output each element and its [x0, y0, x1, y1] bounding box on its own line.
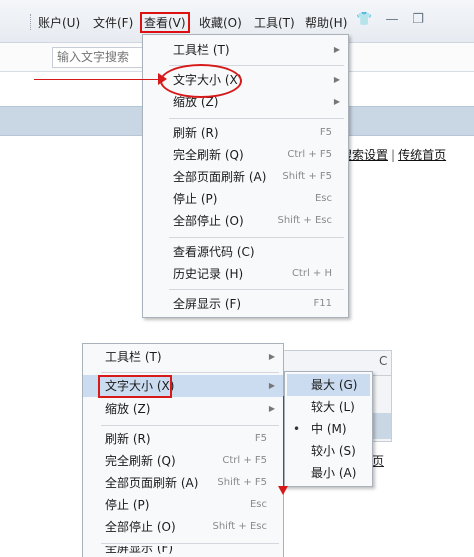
submenu-item-larger[interactable]: 较大 (L)	[285, 396, 372, 418]
menu-account[interactable]: 账户(U)	[38, 14, 80, 31]
submenu-arrow-icon: ▶	[268, 381, 275, 390]
menu-item-view-source[interactable]: 查看源代码 (C)	[143, 241, 348, 263]
shortcut-text: Shift + Esc	[212, 521, 268, 532]
menu-item-zoom[interactable]: 缩放 (Z) ▶	[83, 398, 283, 420]
toolbar-grip	[30, 14, 33, 30]
menu-item-refresh[interactable]: 刷新 (R) F5	[83, 428, 283, 450]
menu-item-label: 停止 (P)	[173, 192, 218, 206]
submenu-item-label: 较大 (L)	[311, 400, 355, 414]
menu-item-label: 完全刷新 (Q)	[173, 148, 244, 162]
menu-item-refresh-all[interactable]: 全部页面刷新 (A) Shift + F5	[83, 472, 283, 494]
menu-tools[interactable]: 工具(T)	[254, 14, 295, 31]
submenu-item-smaller[interactable]: 较小 (S)	[285, 440, 372, 462]
menu-item-fullscreen-partial[interactable]: 全屏显示 (F)	[83, 546, 283, 557]
annotation-arrow-line	[34, 79, 162, 80]
partial-text: C	[379, 354, 388, 368]
classic-home-link[interactable]: 传统首页	[398, 148, 446, 162]
shortcut-text: Shift + Esc	[277, 215, 333, 226]
submenu-arrow-icon: ▶	[268, 352, 275, 361]
menu-item-refresh[interactable]: 刷新 (R) F5	[143, 122, 348, 144]
shortcut-text: F11	[313, 298, 332, 309]
menu-item-stop[interactable]: 停止 (P) Esc	[83, 494, 283, 516]
submenu-arrow-icon: ▶	[333, 45, 340, 54]
top-links: 搜索设置 | 传统首页	[340, 146, 446, 163]
menu-view[interactable]: 查看(V)	[140, 12, 190, 33]
shortcut-text: Ctrl + F5	[222, 455, 267, 466]
menu-divider	[169, 237, 344, 238]
submenu-arrow-icon: ▶	[268, 404, 275, 413]
menu-item-label: 刷新 (R)	[173, 126, 219, 140]
menu-item-label: 查看源代码 (C)	[173, 245, 255, 259]
shortcut-text: Esc	[249, 499, 267, 510]
menu-item-label: 缩放 (Z)	[105, 402, 151, 416]
menu-item-toolbar[interactable]: 工具栏 (T) ▶	[143, 39, 348, 61]
menu-divider	[101, 425, 279, 426]
menu-item-label: 全部页面刷新 (A)	[173, 170, 267, 184]
menu-divider	[101, 372, 279, 373]
submenu-item-largest[interactable]: 最大 (G)	[287, 374, 370, 396]
submenu-item-label: 较小 (S)	[311, 444, 356, 458]
menu-item-toolbar[interactable]: 工具栏 (T) ▶	[83, 346, 283, 368]
selected-bullet-icon: •	[293, 422, 301, 436]
menu-item-label: 全屏显示 (F)	[105, 546, 174, 555]
menu-item-full-refresh[interactable]: 完全刷新 (Q) Ctrl + F5	[143, 144, 348, 166]
submenu-item-label: 最大 (G)	[311, 378, 358, 392]
text-size-submenu: 最大 (G) 较大 (L) • 中 (M) 较小 (S) 最小 (A)	[284, 371, 373, 487]
menu-item-stop-all[interactable]: 全部停止 (O) Shift + Esc	[143, 210, 348, 232]
menu-item-label: 全部页面刷新 (A)	[105, 476, 199, 490]
menu-item-label: 完全刷新 (Q)	[105, 454, 176, 468]
menu-item-full-refresh[interactable]: 完全刷新 (Q) Ctrl + F5	[83, 450, 283, 472]
shortcut-text: Shift + F5	[217, 477, 267, 488]
submenu-item-label: 最小 (A)	[311, 466, 357, 480]
menu-item-label: 工具栏 (T)	[173, 43, 230, 57]
menu-item-stop-all[interactable]: 全部停止 (O) Shift + Esc	[83, 516, 283, 538]
minimize-icon[interactable]: —	[384, 12, 400, 28]
link-separator: |	[391, 148, 396, 162]
menu-item-label: 停止 (P)	[105, 498, 150, 512]
menu-item-label: 全部停止 (O)	[105, 520, 176, 534]
shortcut-text: Esc	[314, 193, 332, 204]
submenu-item-medium[interactable]: • 中 (M)	[285, 418, 372, 440]
menu-item-fullscreen[interactable]: 全屏显示 (F) F11	[143, 293, 348, 315]
annotation-down-arrow-icon	[278, 486, 288, 495]
submenu-arrow-icon: ▶	[333, 75, 340, 84]
shortcut-text: F5	[254, 433, 267, 444]
menu-divider	[169, 289, 344, 290]
menu-item-stop[interactable]: 停止 (P) Esc	[143, 188, 348, 210]
menu-item-history[interactable]: 历史记录 (H) Ctrl + H	[143, 263, 348, 285]
restore-icon[interactable]: ❐	[410, 12, 426, 28]
menu-file[interactable]: 文件(F)	[93, 14, 133, 31]
menu-item-zoom[interactable]: 缩放 (Z) ▶	[143, 91, 348, 113]
partial-link: 页	[372, 454, 385, 468]
menu-divider	[169, 118, 344, 119]
shortcut-text: Ctrl + F5	[287, 149, 332, 160]
menu-item-label: 历史记录 (H)	[173, 267, 244, 281]
menu-item-refresh-all[interactable]: 全部页面刷新 (A) Shift + F5	[143, 166, 348, 188]
menu-item-label: 全屏显示 (F)	[173, 297, 242, 311]
submenu-arrow-icon: ▶	[333, 97, 340, 106]
shortcut-text: F5	[319, 127, 332, 138]
submenu-item-label: 中 (M)	[311, 422, 347, 436]
annotation-box	[98, 375, 172, 398]
annotation-ellipse	[160, 64, 242, 98]
skin-icon[interactable]: 👕	[356, 12, 372, 28]
shortcut-text: Shift + F5	[282, 171, 332, 182]
menu-item-label: 刷新 (R)	[105, 432, 151, 446]
menu-help[interactable]: 帮助(H)	[305, 14, 347, 31]
annotation-vertical-line	[283, 396, 284, 486]
menu-item-label: 工具栏 (T)	[105, 350, 162, 364]
menu-item-label: 全部停止 (O)	[173, 214, 244, 228]
menu-favorites[interactable]: 收藏(O)	[199, 14, 242, 31]
menu-divider	[101, 543, 279, 544]
submenu-item-smallest[interactable]: 最小 (A)	[285, 462, 372, 484]
shortcut-text: Ctrl + H	[291, 268, 332, 279]
